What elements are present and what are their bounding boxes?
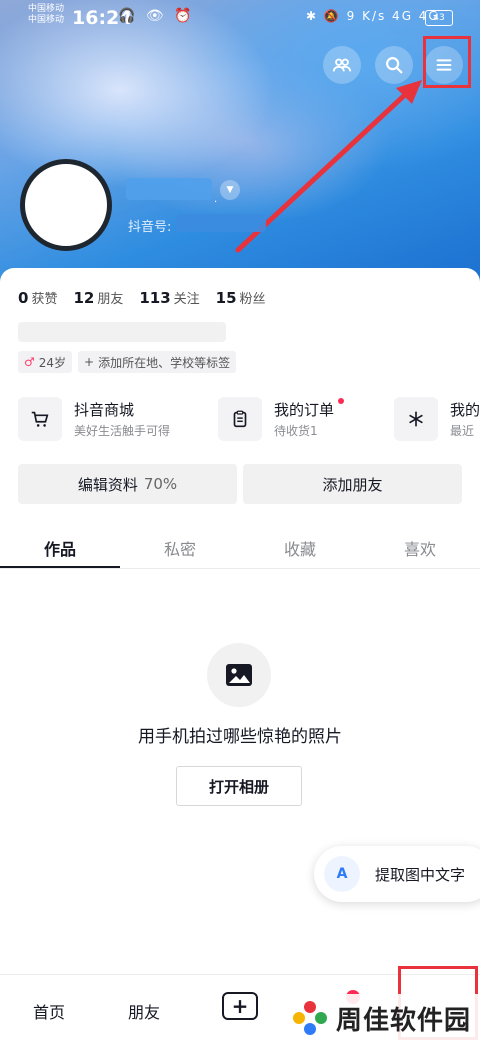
content-tabs: 作品 私密 收藏 喜欢 <box>0 526 480 569</box>
empty-state-message: 用手机拍过哪些惊艳的照片 <box>138 727 342 747</box>
stat-friends[interactable]: 12 朋友 <box>73 288 123 307</box>
open-album-button[interactable]: 打开相册 <box>176 766 302 806</box>
service-my-other[interactable]: 我的 最近 <box>394 397 480 441</box>
service-subtitle: 美好生活触手可得 <box>74 424 171 438</box>
add-tag-button[interactable]: + 添加所在地、学校等标签 <box>78 351 237 373</box>
stat-likes[interactable]: 0 获赞 <box>18 288 57 307</box>
watermark: 周佳软件园 <box>286 994 480 1040</box>
tab-favorites[interactable]: 收藏 <box>240 536 360 560</box>
tab-private[interactable]: 私密 <box>120 536 240 560</box>
sparkle-icon <box>394 397 438 441</box>
tags-row: ♂ 24岁 + 添加所在地、学校等标签 <box>18 351 237 373</box>
nav-friends[interactable]: 朋友 <box>128 999 160 1023</box>
cart-icon <box>18 397 62 441</box>
douyin-id-redacted <box>176 214 266 232</box>
gender-icon: ♂ <box>24 355 35 369</box>
service-subtitle: 待收货1 <box>274 424 318 438</box>
watermark-text: 周佳软件园 <box>336 1006 472 1036</box>
text-scan-icon: A <box>324 856 360 892</box>
services-row: 抖音商城 美好生活触手可得 我的订单 待收货1 我的 最近 <box>18 397 480 447</box>
active-tab-indicator <box>0 566 120 568</box>
service-title: 抖音商城 <box>74 401 135 419</box>
service-subtitle: 最近 <box>450 424 475 438</box>
stats-row: 0 获赞 12 朋友 113 关注 15 粉丝 <box>18 288 266 307</box>
plus-icon: + <box>231 994 249 1018</box>
plus-icon: + <box>84 355 95 369</box>
extract-text-button[interactable]: A 提取图中文字 <box>314 846 480 902</box>
notification-dot <box>338 398 344 404</box>
username-redacted <box>126 178 212 200</box>
add-friends-button[interactable]: 添加朋友 <box>243 464 462 504</box>
nav-home[interactable]: 首页 <box>33 999 65 1023</box>
edit-profile-button[interactable]: 编辑资料 70% <box>18 464 237 504</box>
service-douyin-mall[interactable]: 抖音商城 美好生活触手可得 <box>18 397 218 441</box>
order-icon <box>218 397 262 441</box>
age-tag[interactable]: ♂ 24岁 <box>18 351 73 373</box>
service-title: 我的 <box>450 401 480 419</box>
douyin-id-label: 抖音号: <box>128 220 172 235</box>
tab-likes[interactable]: 喜欢 <box>360 536 480 560</box>
extract-text-label: 提取图中文字 <box>375 866 466 884</box>
username-dot: . <box>214 194 218 205</box>
create-button[interactable]: + <box>222 992 258 1020</box>
avatar[interactable] <box>20 159 112 251</box>
bio-redacted <box>18 322 226 342</box>
service-my-orders[interactable]: 我的订单 待收货1 <box>218 397 388 441</box>
tab-works[interactable]: 作品 <box>0 536 120 560</box>
chevron-down-icon[interactable]: ▼ <box>220 180 240 200</box>
annotation-arrow <box>235 80 422 253</box>
service-title: 我的订单 <box>274 401 335 419</box>
stat-following[interactable]: 113 关注 <box>139 288 199 307</box>
stat-followers[interactable]: 15 粉丝 <box>216 288 266 307</box>
photo-icon <box>207 643 271 707</box>
edit-progress: 70% <box>143 475 178 493</box>
watermark-logo-icon <box>293 1001 327 1035</box>
